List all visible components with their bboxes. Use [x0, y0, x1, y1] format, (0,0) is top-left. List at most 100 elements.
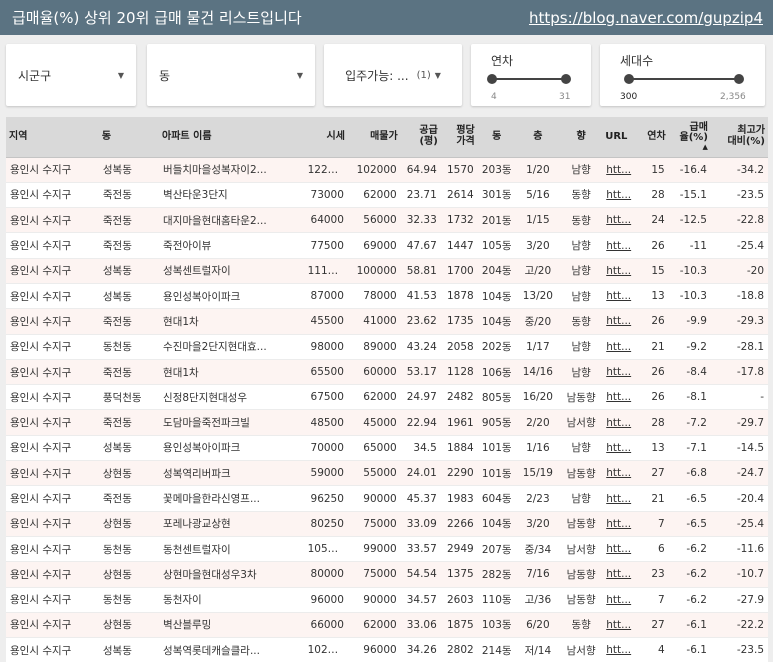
cell-price-per-pyeong: 2603: [440, 587, 478, 613]
col-header-market-price[interactable]: 시세: [303, 117, 348, 158]
cell-years: 27: [637, 460, 669, 487]
table-row[interactable]: 용인시 수지구 풍덕천동 신정8단지현대성우 67500 62000 24.97 2482 8…: [6, 384, 768, 411]
dong-dropdown[interactable]: 동 ▼: [147, 44, 315, 106]
cell-url[interactable]: htt...: [602, 207, 638, 234]
col-header-region[interactable]: 지역: [6, 117, 99, 158]
cell-url[interactable]: htt...: [602, 409, 638, 436]
table-row[interactable]: 용인시 수지구 성복동 용인성복아이파크 70000 65000 34.5 1884 101동…: [6, 435, 768, 462]
cell-url[interactable]: htt...: [602, 384, 638, 411]
cell-apt-name: 용인성복아이파크: [159, 435, 304, 462]
cell-price-per-pyeong: 1375: [440, 561, 478, 588]
col-header-url[interactable]: URL: [602, 117, 638, 158]
cell-direction: 동향: [560, 207, 603, 234]
cell-discount-rate: -8.4: [668, 359, 711, 386]
table-row[interactable]: 용인시 수지구 성복동 용인성복아이파크 87000 78000 41.53 1878 104…: [6, 283, 768, 310]
table-row[interactable]: 용인시 수지구 죽전동 벽산타운3단지 73000 62000 23.71 2614 301동…: [6, 182, 768, 209]
cell-apt-name: 도담마을죽전파크빌: [159, 409, 304, 436]
col-header-supply-area[interactable]: 공급 (평): [400, 117, 441, 158]
cell-url[interactable]: htt...: [602, 359, 638, 386]
table-row[interactable]: 용인시 수지구 죽전동 대지마을현대홈타운2... 64000 56000 32.33 17…: [6, 207, 768, 234]
year-slider-max-handle[interactable]: [561, 74, 571, 84]
cell-url[interactable]: htt...: [602, 561, 638, 588]
cell-url[interactable]: htt...: [602, 536, 638, 563]
table-row[interactable]: 용인시 수지구 죽전동 현대1차 45500 41000 23.62 1735 104동 중/2…: [6, 308, 768, 335]
col-header-floor[interactable]: 층: [515, 117, 561, 158]
cell-dong: 상현동: [98, 511, 160, 537]
cell-vs-high: -22.2: [710, 612, 768, 639]
listing-table-container: 지역 동 아파트 이름 시세 매물가 공급 (평) 평당 가격 동 층 향 URL …: [6, 117, 768, 662]
cell-years: 26: [637, 384, 669, 411]
table-row[interactable]: 용인시 수지구 성복동 성복역롯데캐슬클라... 102250 96000 34.26 28…: [6, 637, 768, 662]
table-row[interactable]: 용인시 수지구 동천동 동천센트럴자이 105500 99000 33.57 2949 207…: [6, 536, 768, 563]
cell-dong: 죽전동: [98, 207, 160, 234]
cell-price-per-pyeong: 1700: [440, 258, 478, 284]
col-header-listing-price[interactable]: 매물가: [347, 117, 401, 158]
move-in-dropdown[interactable]: 입주가능: ... (1) ▼: [324, 44, 462, 106]
cell-apt-name: 현대1차: [159, 308, 304, 335]
cell-vs-high: -29.3: [710, 308, 768, 335]
cell-url[interactable]: htt...: [602, 460, 638, 487]
col-header-direction[interactable]: 향: [560, 117, 603, 158]
cell-region: 용인시 수지구: [6, 561, 99, 588]
cell-url[interactable]: htt...: [602, 637, 638, 662]
households-slider-max-handle[interactable]: [734, 74, 744, 84]
cell-supply-area: 33.09: [400, 511, 441, 537]
sort-asc-icon[interactable]: ▲: [672, 143, 708, 151]
col-header-price-per-pyeong[interactable]: 평당 가격: [440, 117, 478, 158]
table-row[interactable]: 용인시 수지구 죽전동 현대1차 65500 60000 53.17 1128 106동 14/…: [6, 359, 768, 386]
col-header-dong[interactable]: 동: [98, 117, 160, 158]
cell-market-price: 66000: [303, 612, 348, 639]
col-header-vs-high[interactable]: 최고가 대비(%): [710, 117, 768, 158]
col-header-discount-rate[interactable]: 급매 율(%) ▲: [668, 117, 711, 158]
cell-url[interactable]: htt...: [602, 157, 638, 183]
table-row[interactable]: 용인시 수지구 죽전동 도담마을죽전파크빌 48500 45000 22.94 1961 90…: [6, 409, 768, 436]
households-slider-track[interactable]: [628, 78, 738, 80]
cell-url[interactable]: htt...: [602, 308, 638, 335]
cell-vs-high: -20: [710, 258, 768, 284]
cell-url[interactable]: htt...: [602, 258, 638, 284]
cell-url[interactable]: htt...: [602, 283, 638, 310]
cell-years: 15: [637, 157, 669, 183]
col-header-years[interactable]: 연차: [637, 117, 669, 158]
cell-dong: 죽전동: [98, 308, 160, 335]
cell-price-per-pyeong: 2266: [440, 511, 478, 537]
cell-price-per-pyeong: 1128: [440, 359, 478, 386]
cell-supply-area: 32.33: [400, 207, 441, 234]
table-row[interactable]: 용인시 수지구 상현동 상현마을현대성우3차 80000 75000 54.54 1375 2…: [6, 561, 768, 588]
table-row[interactable]: 용인시 수지구 상현동 포레나광교상현 80250 75000 33.09 2266 104동…: [6, 511, 768, 537]
year-slider-track[interactable]: [491, 78, 567, 80]
cell-discount-rate: -7.2: [668, 409, 711, 436]
table-row[interactable]: 용인시 수지구 죽전동 죽전아이뷰 77500 69000 47.67 1447 105동 3/…: [6, 232, 768, 259]
cell-market-price: 64000: [303, 207, 348, 234]
cell-discount-rate: -9.2: [668, 334, 711, 360]
table-row[interactable]: 용인시 수지구 상현동 성복역리버파크 59000 55000 24.01 2290 101동…: [6, 460, 768, 487]
cell-url[interactable]: htt...: [602, 435, 638, 462]
table-row[interactable]: 용인시 수지구 죽전동 꽃메마을한라신영프... 96250 90000 45.37 198…: [6, 485, 768, 512]
cell-building: 604동: [477, 485, 516, 512]
col-header-apt-name[interactable]: 아파트 이름: [159, 117, 304, 158]
cell-region: 용인시 수지구: [6, 409, 99, 436]
year-slider-min-handle[interactable]: [487, 74, 497, 84]
table-row[interactable]: 용인시 수지구 상현동 벽산블루밍 66000 62000 33.06 1875 103동 6/…: [6, 612, 768, 639]
cell-url[interactable]: htt...: [602, 485, 638, 512]
cell-url[interactable]: htt...: [602, 232, 638, 259]
cell-building: 905동: [477, 409, 516, 436]
table-row[interactable]: 용인시 수지구 동천동 수진마을2단지현대효... 98000 89000 43.24 20…: [6, 334, 768, 360]
households-slider-min-handle[interactable]: [624, 74, 634, 84]
cell-url[interactable]: htt...: [602, 334, 638, 360]
cell-url[interactable]: htt...: [602, 587, 638, 613]
table-row[interactable]: 용인시 수지구 성복동 버들치마을성복자이2... 122000 102000 64.94…: [6, 157, 768, 183]
cell-url[interactable]: htt...: [602, 612, 638, 639]
chevron-down-icon: ▼: [296, 70, 303, 80]
cell-building: 104동: [477, 308, 516, 335]
col-header-building[interactable]: 동: [477, 117, 516, 158]
sigungu-dropdown[interactable]: 시군구 ▼: [6, 44, 136, 106]
cell-vs-high: -23.5: [710, 182, 768, 209]
cell-url[interactable]: htt...: [602, 182, 638, 209]
table-row[interactable]: 용인시 수지구 동천동 동천자이 96000 90000 34.57 2603 110동 고/3…: [6, 587, 768, 613]
cell-vs-high: -28.1: [710, 334, 768, 360]
cell-url[interactable]: htt...: [602, 511, 638, 537]
blog-link[interactable]: https://blog.naver.com/gupzip4: [529, 9, 763, 27]
cell-years: 7: [637, 511, 669, 537]
table-row[interactable]: 용인시 수지구 성복동 성복센트럴자이 111500 100000 58.81 1700 20…: [6, 258, 768, 284]
